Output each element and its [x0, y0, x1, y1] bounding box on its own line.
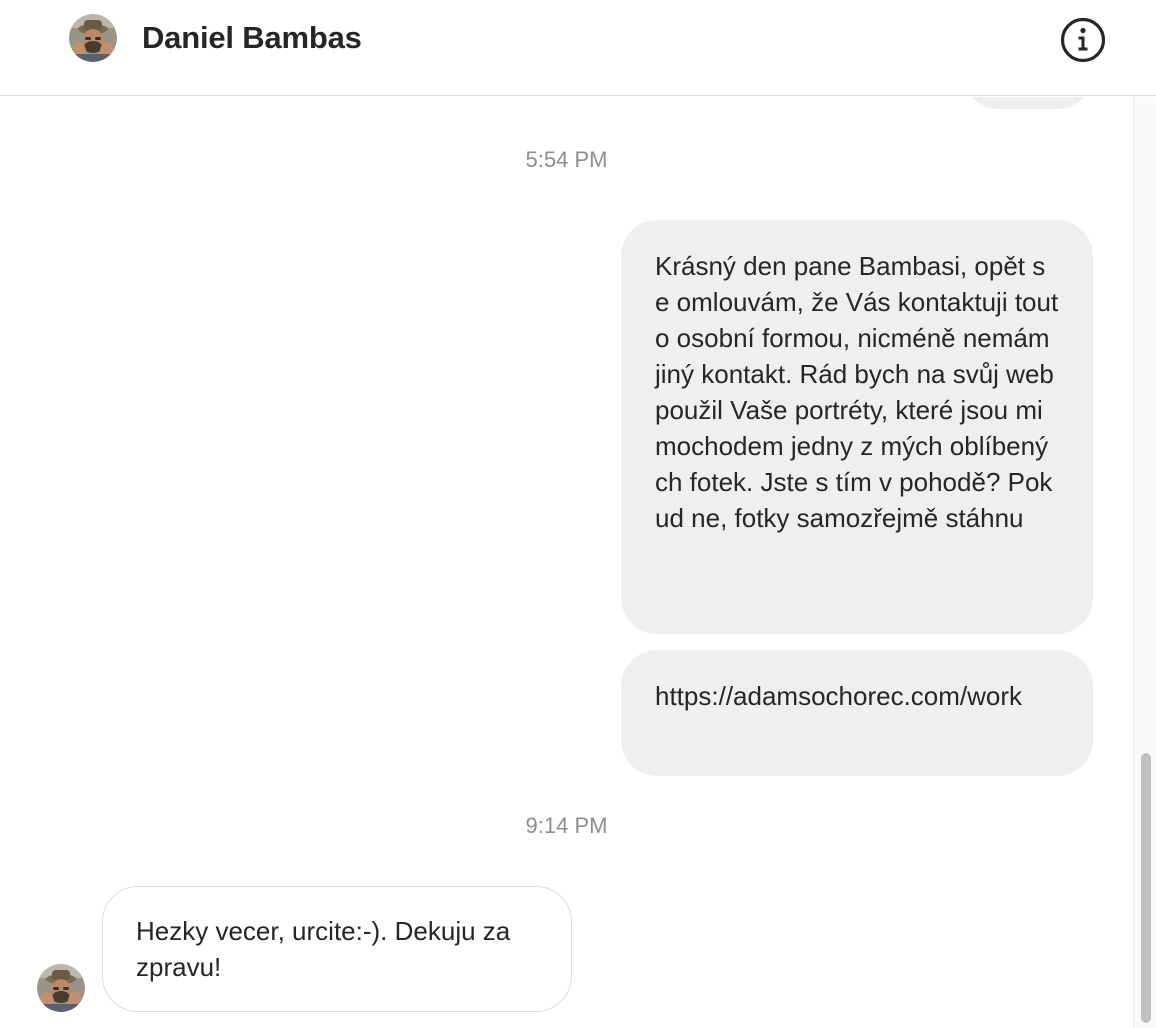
contact-name[interactable]: Daniel Bambas: [142, 20, 362, 56]
scrollbar-thumb[interactable]: [1141, 753, 1151, 1023]
info-icon[interactable]: [1059, 16, 1107, 64]
conversation-header: Daniel Bambas: [0, 0, 1156, 96]
previous-message-bubble[interactable]: [966, 97, 1090, 109]
incoming-message[interactable]: Hezky vecer, urcite:-). Dekuju za zpravu…: [102, 886, 572, 1012]
message-text: Krásný den pane Bambasi, opět se omlouvá…: [655, 251, 1059, 533]
timestamp: 5:54 PM: [525, 147, 608, 172]
contact-avatar[interactable]: [69, 14, 117, 62]
scrollbar[interactable]: [1133, 97, 1156, 1028]
message-text: Hezky vecer, urcite:-). Dekuju za zpravu…: [136, 916, 511, 982]
sender-avatar[interactable]: [37, 964, 85, 1012]
outgoing-message[interactable]: Krásný den pane Bambasi, opět se omlouvá…: [621, 220, 1093, 634]
outgoing-message-link[interactable]: https://adamsochorec.com/work: [621, 650, 1093, 776]
message-thread[interactable]: 5:54 PM Krásný den pane Bambasi, opět se…: [0, 97, 1133, 1028]
message-link-text[interactable]: https://adamsochorec.com/work: [655, 681, 1022, 711]
timestamp: 9:14 PM: [525, 813, 608, 838]
